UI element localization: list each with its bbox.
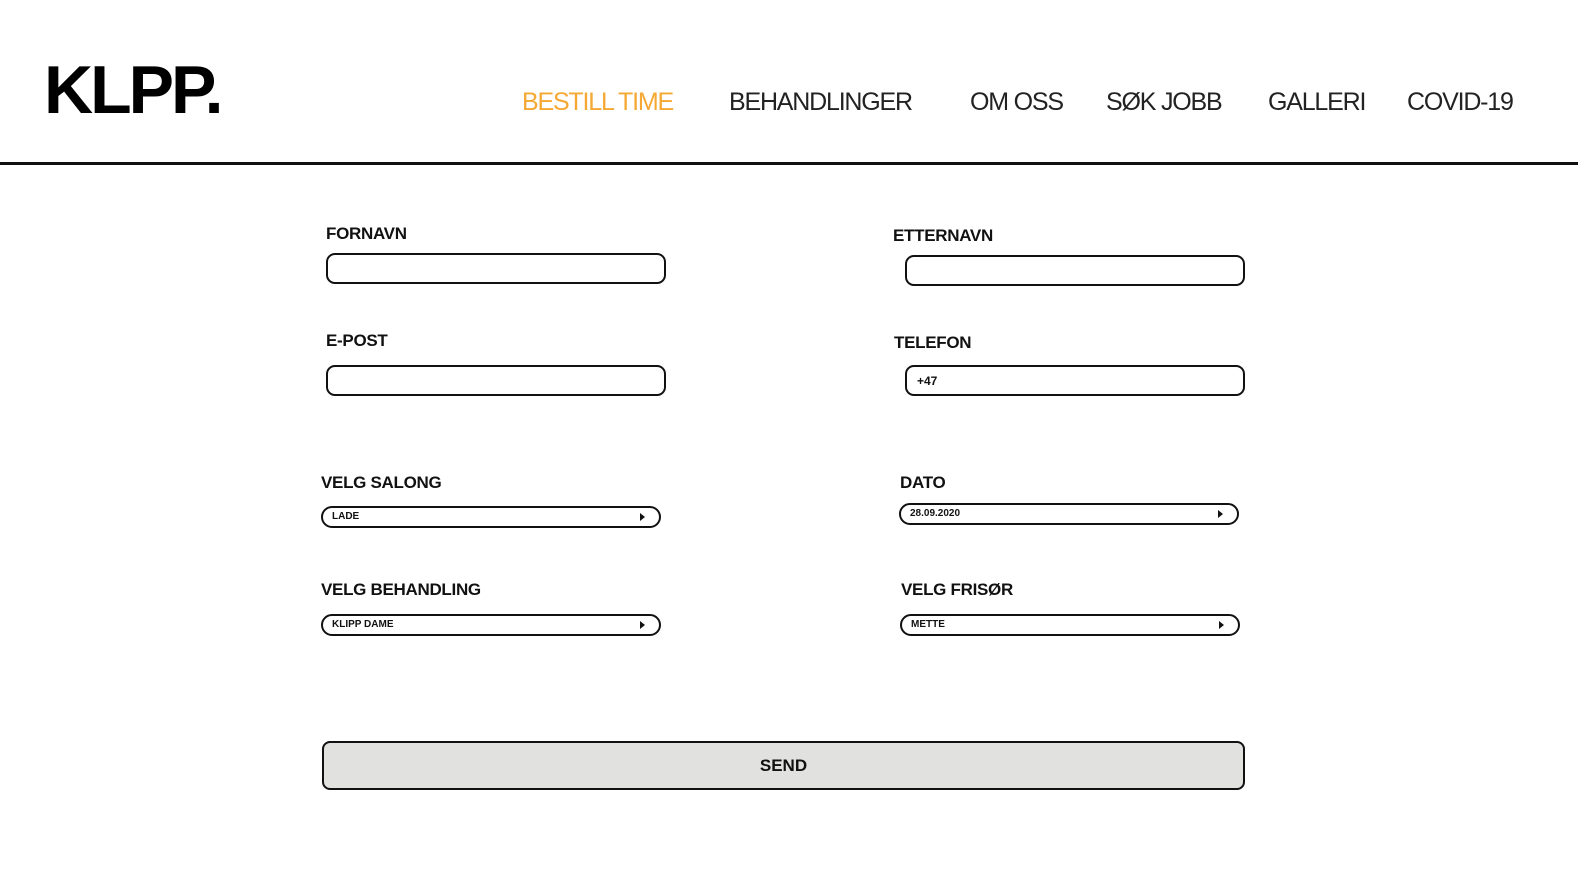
caret-right-icon xyxy=(1218,510,1223,518)
fornavn-field[interactable] xyxy=(326,253,666,284)
nav-item-om-oss[interactable]: OM OSS xyxy=(970,88,1064,116)
behandling-select-value: KLIPP DAME xyxy=(332,619,394,630)
nav-item-behandlinger[interactable]: BEHANDLINGER xyxy=(729,88,913,116)
frisor-select[interactable]: METTE xyxy=(900,614,1240,636)
nav-item-covid-19[interactable]: COVID-19 xyxy=(1407,88,1514,116)
salong-select[interactable]: LADE xyxy=(321,506,661,528)
frisor-select-value: METTE xyxy=(911,619,945,630)
telefon-field[interactable] xyxy=(905,365,1245,396)
nav-item-sok-jobb[interactable]: SØK JOBB xyxy=(1106,88,1223,116)
caret-right-icon xyxy=(640,621,645,629)
caret-right-icon xyxy=(640,513,645,521)
dato-label: DATO xyxy=(900,473,946,492)
main-nav: BESTILL TIME BEHANDLINGER OM OSS SØK JOB… xyxy=(0,88,1578,118)
dato-select-value: 28.09.2020 xyxy=(910,508,961,519)
email-field[interactable] xyxy=(326,365,666,396)
nav-item-galleri[interactable]: GALLERI xyxy=(1268,88,1366,116)
caret-right-icon xyxy=(1219,621,1224,629)
salong-select-value: LADE xyxy=(332,511,360,522)
velg-frisor-label: VELG FRISØR xyxy=(901,580,1013,599)
etternavn-label: ETTERNAVN xyxy=(893,226,993,245)
booking-page: KLPP. BESTILL TIME BEHANDLINGER OM OSS S… xyxy=(0,0,1578,885)
header-divider xyxy=(0,162,1578,165)
etternavn-field[interactable] xyxy=(905,255,1245,286)
telefon-label: TELEFON xyxy=(894,333,972,352)
nav-item-bestill-time[interactable]: BESTILL TIME xyxy=(522,88,674,116)
velg-salong-label: VELG SALONG xyxy=(321,473,442,492)
velg-behandling-label: VELG BEHANDLING xyxy=(321,580,481,599)
epost-label: E-POST xyxy=(326,331,388,350)
behandling-select[interactable]: KLIPP DAME xyxy=(321,614,661,636)
dato-select[interactable]: 28.09.2020 xyxy=(899,503,1239,525)
fornavn-label: FORNAVN xyxy=(326,224,407,243)
send-button[interactable]: SEND xyxy=(322,741,1245,790)
